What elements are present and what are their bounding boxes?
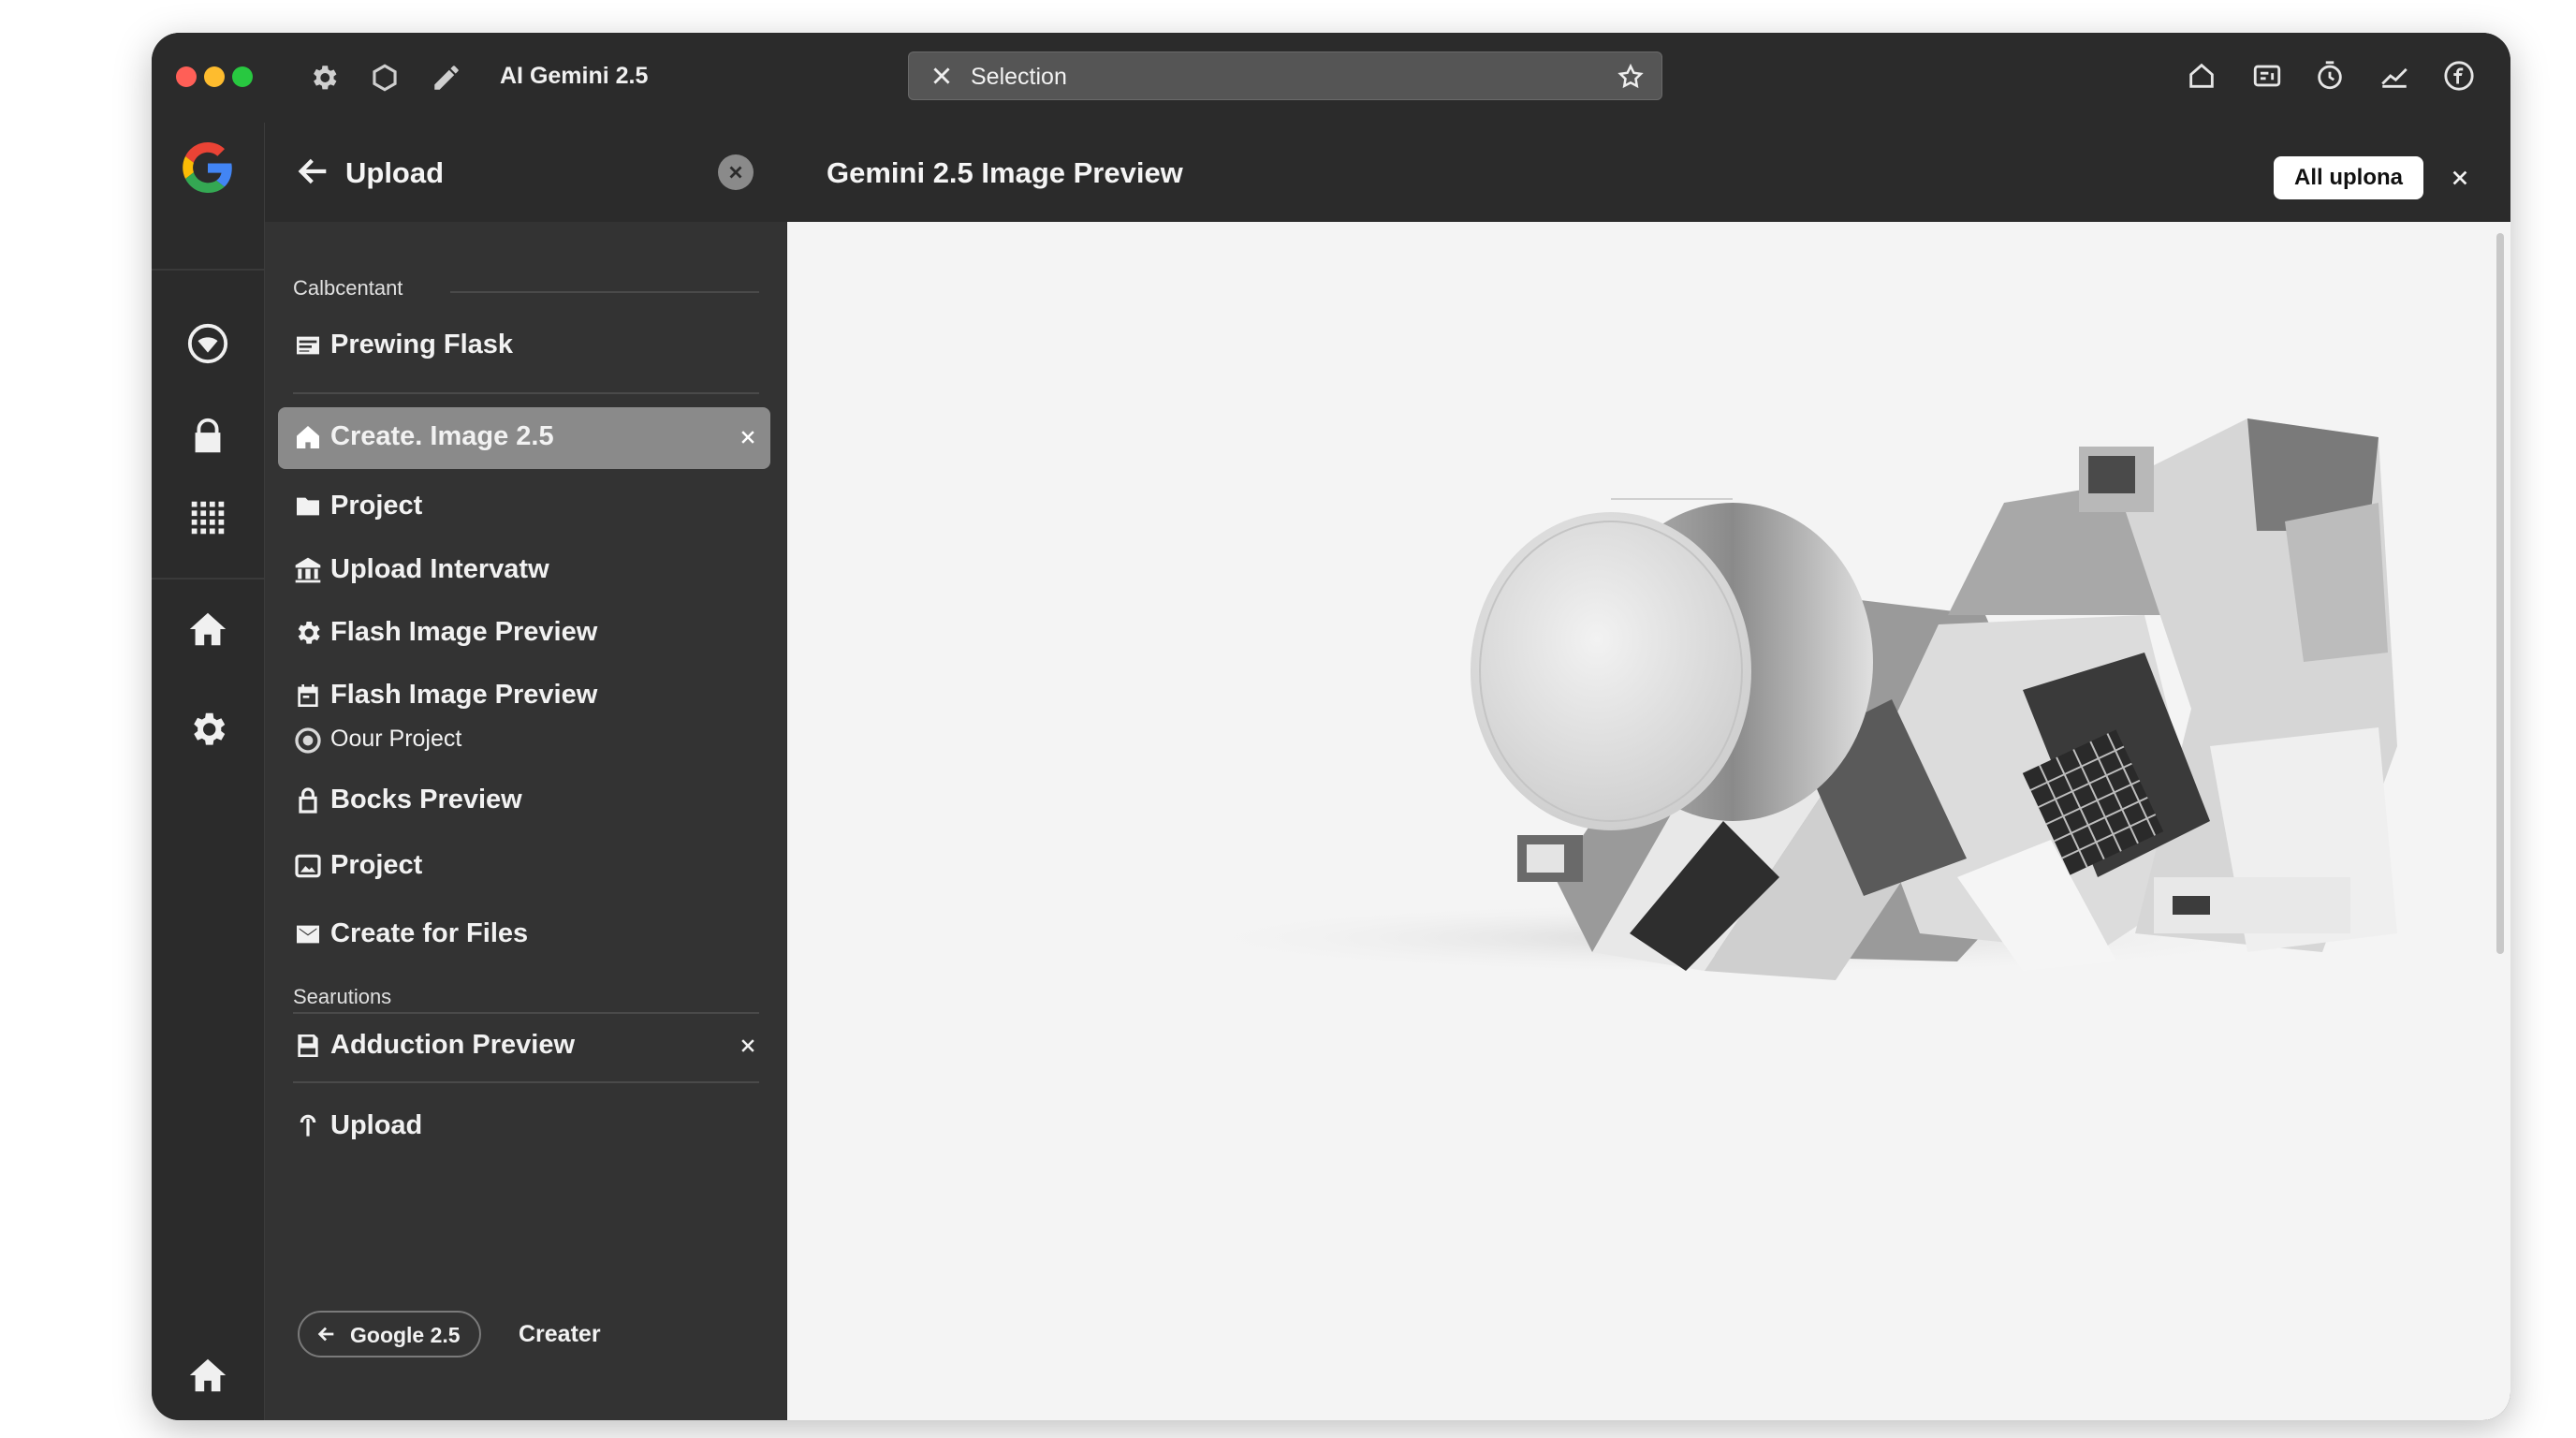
scrollbar[interactable] — [2496, 233, 2504, 954]
google-version-button[interactable]: Google 2.5 — [298, 1311, 481, 1357]
settings-icon[interactable] — [182, 703, 234, 756]
main-panel: Gemini 2.5 Image Preview All uplona — [787, 123, 2510, 1420]
sidebar-item-label: Project — [330, 491, 423, 521]
address-text: Selection — [971, 64, 1067, 90]
grid-icon[interactable] — [182, 492, 234, 544]
gear-icon — [298, 622, 320, 644]
address-bar[interactable]: Selection — [908, 51, 1662, 100]
institution-icon — [295, 557, 321, 583]
sidebar-close-button[interactable] — [718, 154, 754, 190]
section-divider — [450, 291, 759, 293]
sidebar-item-project-2[interactable]: Project — [278, 836, 770, 896]
back-arrow-icon — [317, 1327, 334, 1342]
sidebar-item-label: Bocks Preview — [330, 785, 522, 814]
main-header: Gemini 2.5 Image Preview All uplona — [787, 123, 2510, 222]
close-icon[interactable] — [739, 428, 757, 447]
timer-icon[interactable] — [2311, 57, 2349, 95]
creater-link[interactable]: Creater — [519, 1321, 601, 1348]
sidebar-item-label: Oour Project — [330, 726, 462, 752]
reader-icon[interactable] — [2248, 57, 2286, 95]
sidebar-item-adduction-preview[interactable]: Adduction Preview — [278, 1016, 770, 1076]
close-icon[interactable] — [2450, 168, 2470, 188]
google-logo[interactable] — [182, 141, 234, 194]
section-divider — [293, 392, 759, 394]
mail-icon — [297, 925, 319, 944]
preview-image — [1162, 418, 2397, 980]
clear-icon[interactable] — [929, 64, 954, 88]
sidebar-item-create-for-files[interactable]: Create for Files — [278, 904, 770, 964]
pen-icon[interactable] — [428, 59, 465, 96]
lock-icon — [299, 787, 317, 814]
section-label: Calbcentant — [293, 276, 403, 300]
close-icon — [729, 166, 742, 179]
list-icon — [297, 336, 319, 355]
maximize-window-button[interactable] — [232, 66, 253, 87]
rail-divider — [152, 578, 264, 580]
home-outline-icon[interactable] — [2183, 57, 2220, 95]
sidebar-item-label: Upload — [330, 1110, 423, 1140]
minimize-window-button[interactable] — [204, 66, 225, 87]
wifi-circle-icon[interactable] — [182, 317, 234, 370]
sidebar-item-label: Project — [330, 850, 423, 880]
folder-icon — [297, 497, 319, 516]
sidebar: Upload Calbcentant Prewing Flask Create.… — [265, 123, 786, 1420]
pill-label: Google 2.5 — [350, 1323, 461, 1347]
all-uploads-button[interactable]: All uplona — [2274, 156, 2423, 199]
close-window-button[interactable] — [176, 66, 197, 87]
gear-icon[interactable] — [305, 59, 343, 96]
sidebar-item-project[interactable]: Project — [278, 477, 770, 536]
sidebar-item-label: Prewing Flask — [330, 330, 514, 360]
calendar-icon — [298, 684, 318, 707]
sidebar-item-prewing-flask[interactable]: Prewing Flask — [278, 315, 770, 375]
sidebar-header: Upload — [265, 123, 786, 222]
image-icon — [295, 854, 321, 878]
star-icon[interactable] — [1617, 63, 1645, 91]
home-icon — [297, 426, 319, 448]
sidebar-item-oour-project[interactable]: Oour Project — [278, 714, 770, 767]
section-label: Searutions — [293, 985, 392, 1008]
facebook-icon[interactable] — [2440, 57, 2478, 95]
sidebar-item-create-image[interactable]: Create. Image 2.5 — [278, 407, 770, 469]
chart-icon[interactable] — [2376, 57, 2413, 95]
hexagon-icon[interactable] — [366, 59, 403, 96]
save-icon — [298, 1034, 318, 1057]
sidebar-item-upload[interactable]: Upload — [278, 1096, 770, 1156]
sidebar-item-flash-image-preview[interactable]: Flash Image Preview — [278, 603, 770, 663]
app-title: AI Gemini 2.5 — [500, 63, 649, 89]
sidebar-item-upload-intervatw[interactable]: Upload Intervatw — [278, 540, 770, 600]
left-rail — [152, 123, 265, 1420]
app-window: AI Gemini 2.5 Selection Upload Calbcenta… — [152, 33, 2510, 1420]
upload-icon — [300, 1114, 316, 1137]
circle-icon — [295, 727, 321, 754]
rail-divider — [152, 269, 264, 271]
title-bar: AI Gemini 2.5 Selection — [152, 33, 2510, 123]
sidebar-item-label: Create for Files — [330, 918, 529, 948]
lock-icon[interactable] — [182, 410, 234, 462]
sidebar-item-label: Upload Intervatw — [330, 554, 549, 584]
home-icon[interactable] — [182, 1349, 234, 1401]
sidebar-item-label: Flash Image Preview — [330, 680, 598, 710]
close-icon[interactable] — [739, 1036, 757, 1055]
section-divider — [293, 1081, 759, 1083]
sidebar-item-label: Create. Image 2.5 — [330, 421, 554, 451]
home-icon[interactable] — [182, 603, 234, 655]
section-divider — [293, 1012, 759, 1014]
back-arrow-icon[interactable] — [295, 153, 332, 190]
sidebar-item-bocks-preview[interactable]: Bocks Preview — [278, 770, 770, 830]
page-title: Gemini 2.5 Image Preview — [827, 156, 1183, 189]
sidebar-item-label: Flash Image Preview — [330, 617, 598, 647]
sidebar-item-label: Adduction Preview — [330, 1030, 576, 1060]
sidebar-title: Upload — [345, 156, 445, 189]
